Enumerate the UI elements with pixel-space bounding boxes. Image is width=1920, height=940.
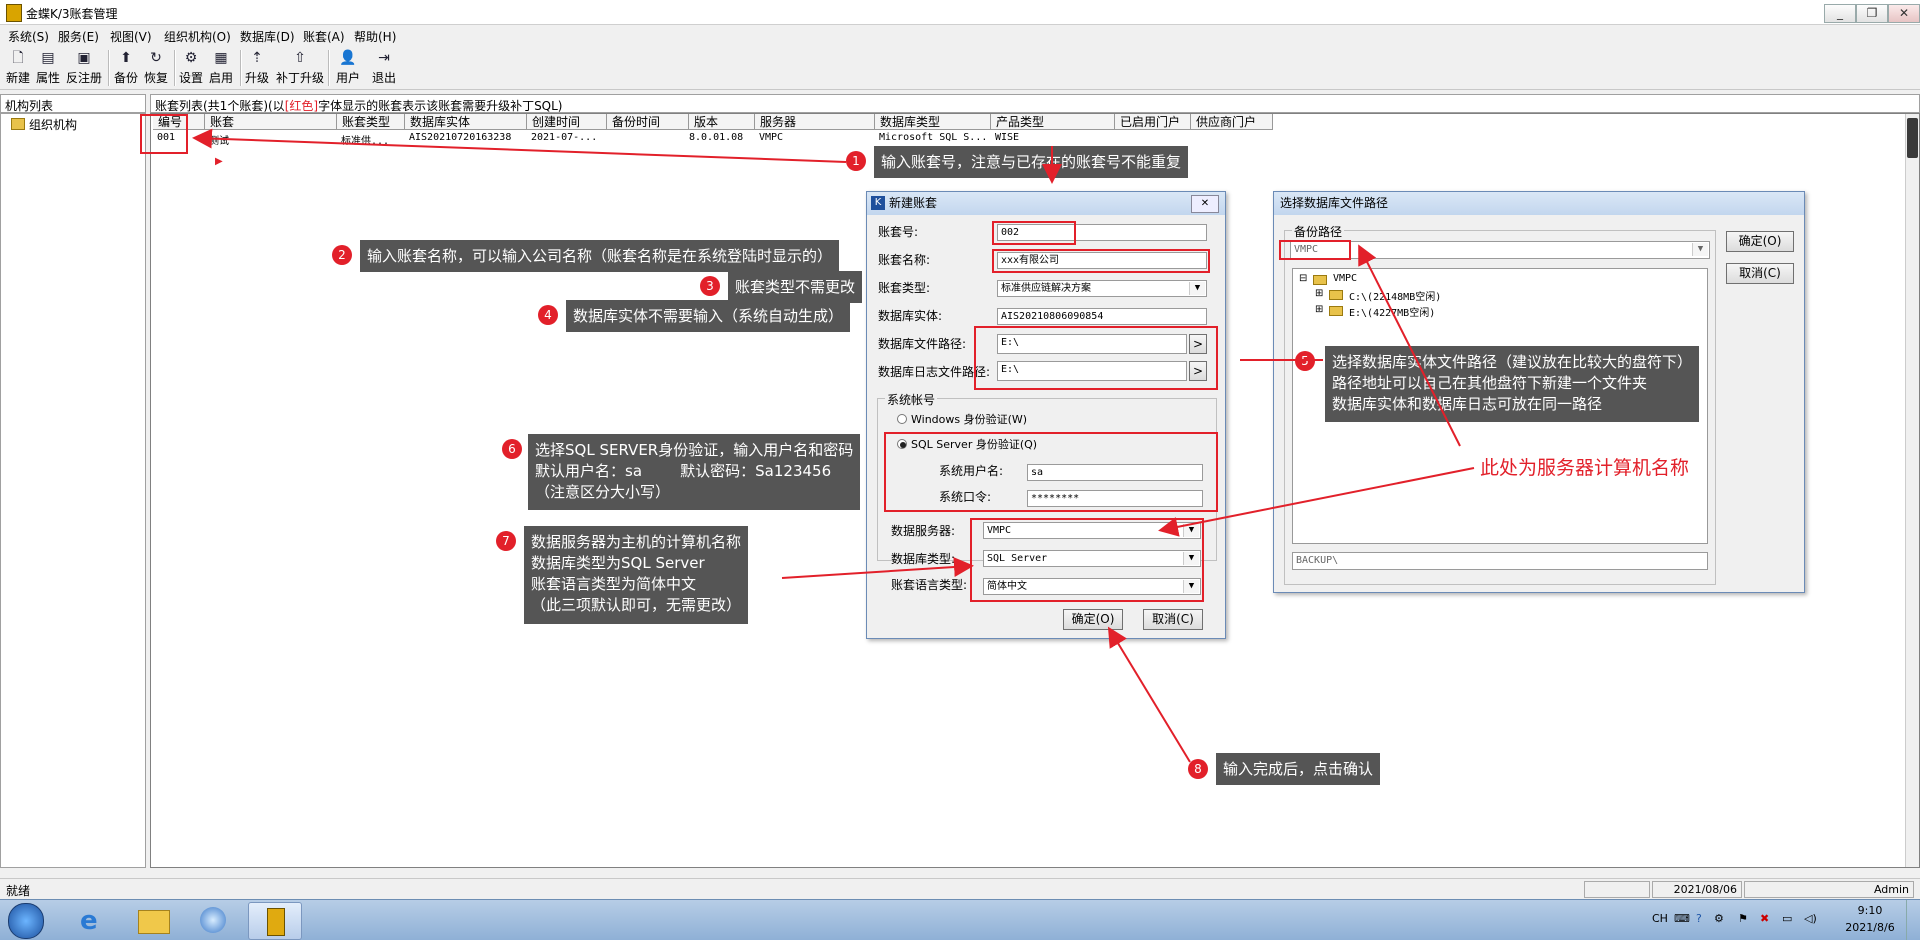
k3-app-icon [267, 908, 285, 936]
status-user: Admin [1744, 881, 1914, 898]
taskbar-ie[interactable]: e [68, 902, 120, 938]
volume-icon[interactable]: ◁) [1804, 912, 1817, 925]
tray-date[interactable]: 2021/8/6 [1838, 921, 1902, 934]
taskbar-network[interactable] [188, 902, 240, 938]
status-bar: 就绪 2021/08/06 Admin [0, 878, 1920, 899]
start-button[interactable] [4, 902, 48, 939]
arrow-8 [1107, 626, 1191, 763]
network-icon[interactable]: ▭ [1782, 912, 1792, 925]
status-panel-empty [1584, 881, 1650, 898]
keyboard-icon[interactable]: ⌨ [1674, 912, 1690, 925]
folder-icon [138, 910, 170, 934]
help-icon[interactable]: ? [1696, 912, 1702, 925]
taskbar-k3[interactable] [248, 902, 302, 940]
arrow-7 [781, 557, 974, 579]
settings-tray-icon[interactable]: ⚙ [1714, 912, 1724, 925]
show-desktop-button[interactable] [1906, 900, 1918, 940]
input-language[interactable]: CH [1652, 912, 1668, 925]
status-date: 2021/08/06 [1652, 881, 1742, 898]
tray-clock[interactable]: 9:10 [1838, 904, 1902, 917]
arrow-1-account-no [192, 128, 847, 163]
action-center-icon[interactable]: ✖ [1760, 912, 1769, 925]
arrow-server-combo [1358, 244, 1461, 447]
windows-start-icon [8, 903, 44, 939]
flag-icon[interactable]: ⚑ [1738, 912, 1748, 925]
globe-icon [200, 907, 226, 933]
arrow-server-field [1158, 467, 1475, 537]
taskbar-explorer[interactable] [128, 902, 180, 938]
taskbar: e CH ⌨ ? ⚙ ⚑ ✖ ▭ ◁) 9:10 2021/8/6 [0, 899, 1920, 940]
status-text: 就绪 [6, 884, 31, 898]
ie-icon: e [80, 906, 98, 936]
annotation-arrows [192, 128, 1475, 763]
